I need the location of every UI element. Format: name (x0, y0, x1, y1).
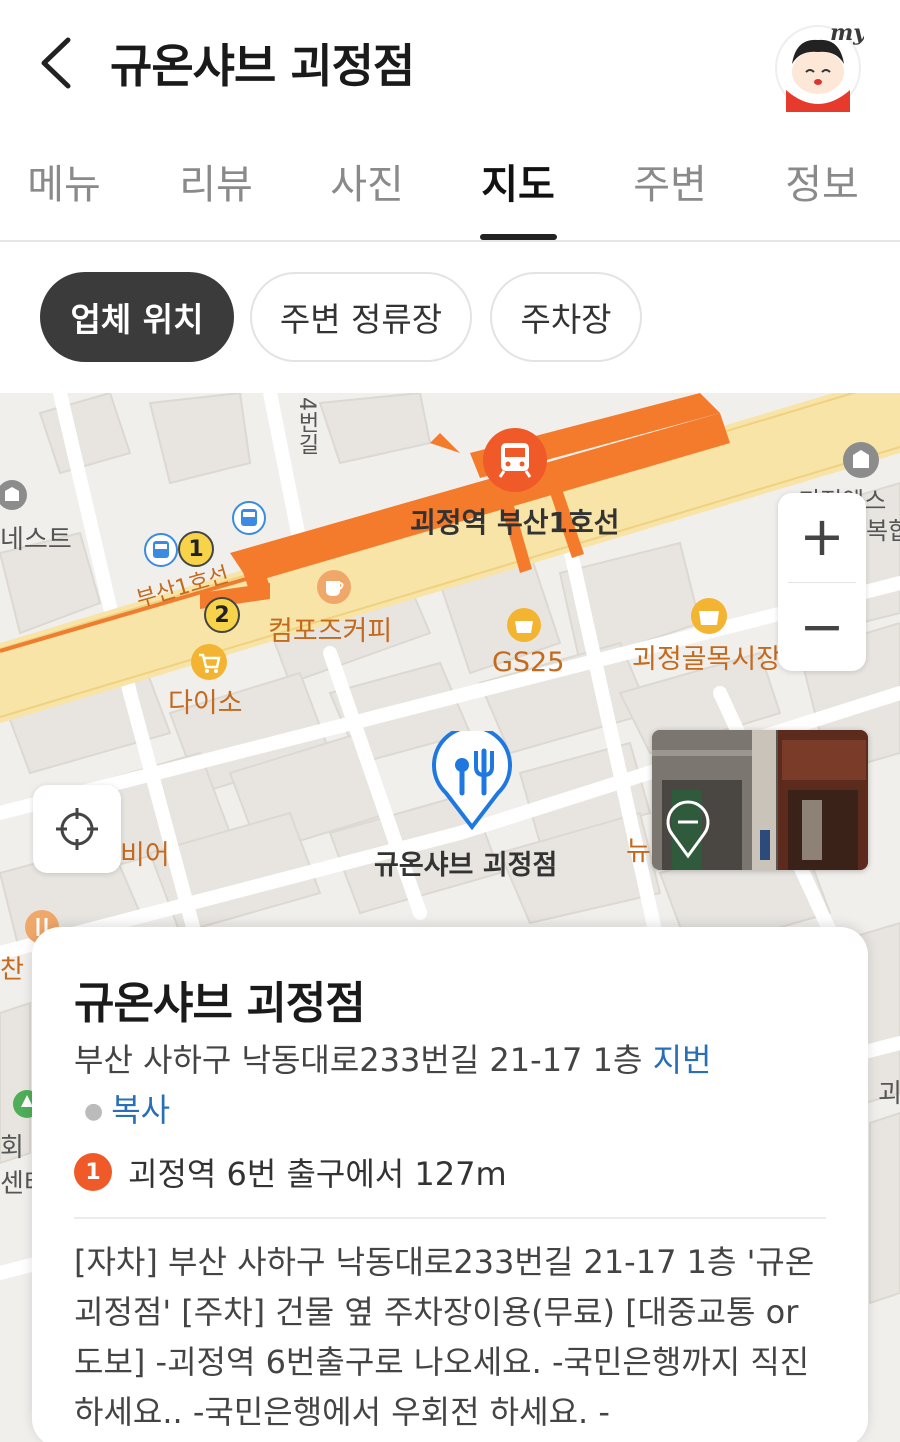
tab-bar: 메뉴 리뷰 사진 지도 주변 정보 (0, 130, 900, 242)
directions-description: [자차] 부산 사하구 낙동대로233번길 21-17 1층 '규온 괴정점' … (74, 1243, 815, 1431)
jibun-link[interactable]: 지번 (653, 1041, 712, 1079)
exit-2-marker[interactable]: 2 (204, 597, 240, 633)
bus-stop-icon[interactable] (232, 501, 266, 535)
cafe-icon[interactable] (316, 569, 352, 605)
chan-label: 찬 (0, 955, 24, 985)
station-label: 괴정역 부산1호선 (410, 506, 620, 539)
tab-info[interactable]: 정보 (752, 152, 892, 210)
zoom-in-label: + (799, 505, 845, 568)
crosshair-icon (56, 808, 98, 850)
tab-review[interactable]: 리뷰 (146, 152, 286, 210)
zoom-out-label: − (799, 595, 845, 658)
roadview-pin-icon (666, 800, 710, 859)
convenience-store-icon[interactable] (506, 607, 542, 643)
active-tab-indicator (480, 234, 557, 240)
address-text: 부산 사하구 낙동대로233번길 21-17 1층 (74, 1041, 643, 1079)
store-map-label: 규온샤브 괴정점 (374, 850, 558, 881)
road-label: 4번길 (294, 397, 319, 455)
restaurant-pin-icon[interactable] (430, 731, 514, 831)
zoom-in-button[interactable]: + (778, 493, 866, 581)
shopping-cart-icon[interactable] (190, 643, 228, 681)
nest-label: 네스트 (0, 525, 72, 555)
place-info-card: 규온샤브 괴정점 부산 사하구 낙동대로233번길 21-17 1층 지번 ● 복… (32, 927, 868, 1442)
copy-link[interactable]: 복사 (111, 1091, 170, 1129)
page-title: 규온샤브 괴정점 (110, 39, 415, 93)
zoom-out-button[interactable]: − (778, 583, 866, 671)
gs25-label: GS25 (492, 647, 565, 678)
back-button[interactable] (30, 30, 90, 96)
my-avatar-button[interactable]: my (772, 20, 868, 112)
cafe-label: 컴포즈커피 (268, 616, 393, 647)
chevron-left-icon (41, 37, 71, 89)
zoom-controls: + − (778, 493, 866, 671)
subway-station-icon[interactable] (482, 427, 548, 493)
gwa-label: 괴 (878, 1079, 900, 1109)
place-address: 부산 사하구 낙동대로233번길 21-17 1층 지번 ● 복사 (74, 1035, 834, 1137)
avatar-icon: my (775, 20, 868, 112)
place-title: 규온샤브 괴정점 (74, 978, 366, 1029)
beer-label: 비어 (120, 840, 170, 871)
svg-text:my: my (830, 20, 864, 46)
separator-dot: ● (84, 1099, 104, 1124)
chip-parking[interactable]: 주차장 (490, 272, 642, 362)
subway-distance-row: 1 괴정역 6번 출구에서 127m (74, 1149, 507, 1195)
app-header: 규온샤브 괴정점 my (0, 0, 900, 125)
subway-line-badge: 1 (74, 1153, 112, 1191)
building-icon (0, 480, 27, 510)
daiso-label: 다이소 (168, 688, 243, 719)
bus-stop-icon[interactable] (144, 533, 178, 567)
card-divider (74, 1217, 826, 1219)
tab-nearby[interactable]: 주변 (600, 152, 740, 210)
complex-label: 복합 (866, 517, 900, 545)
chip-business-location[interactable]: 업체 위치 (40, 272, 234, 362)
subway-distance-text: 괴정역 6번 출구에서 127m (128, 1155, 507, 1193)
market-icon[interactable] (690, 597, 728, 635)
building-icon (843, 442, 879, 478)
tab-photo[interactable]: 사진 (297, 152, 437, 210)
current-location-button[interactable] (33, 785, 121, 873)
map-view[interactable]: 괴정역 부산1호선 1 2 부산1호선 컴포즈커피 GS25 괴정골목시장 다이… (0, 393, 900, 1442)
new-label: 뉴 (626, 836, 651, 867)
tab-menu[interactable]: 메뉴 (0, 152, 134, 210)
market-label: 괴정골목시장 (632, 644, 782, 675)
hoe-label: 회 (0, 1133, 24, 1163)
roadview-thumbnail[interactable] (652, 730, 868, 870)
chip-nearby-stops[interactable]: 주변 정류장 (250, 272, 472, 362)
tab-map[interactable]: 지도 (448, 152, 588, 210)
map-filter-chips: 업체 위치 주변 정류장 주차장 (0, 272, 900, 364)
